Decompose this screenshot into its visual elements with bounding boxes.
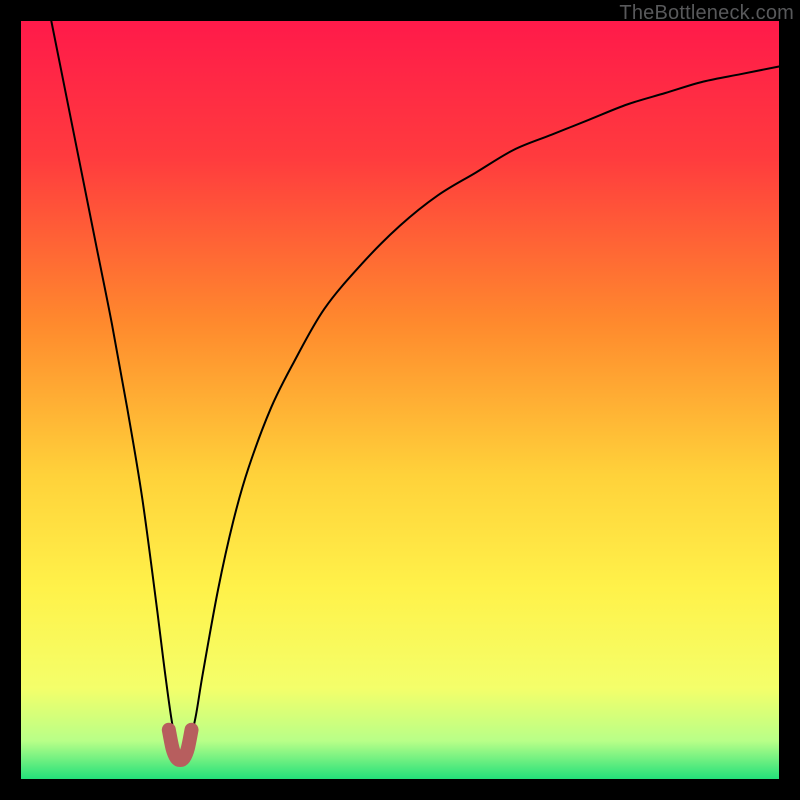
- chart-frame: TheBottleneck.com: [0, 0, 800, 800]
- curve-layer: [21, 21, 779, 779]
- optimal-marker: [169, 730, 192, 760]
- plot-area: [21, 21, 779, 779]
- watermark-text: TheBottleneck.com: [619, 2, 794, 25]
- bottleneck-curve: [51, 21, 779, 758]
